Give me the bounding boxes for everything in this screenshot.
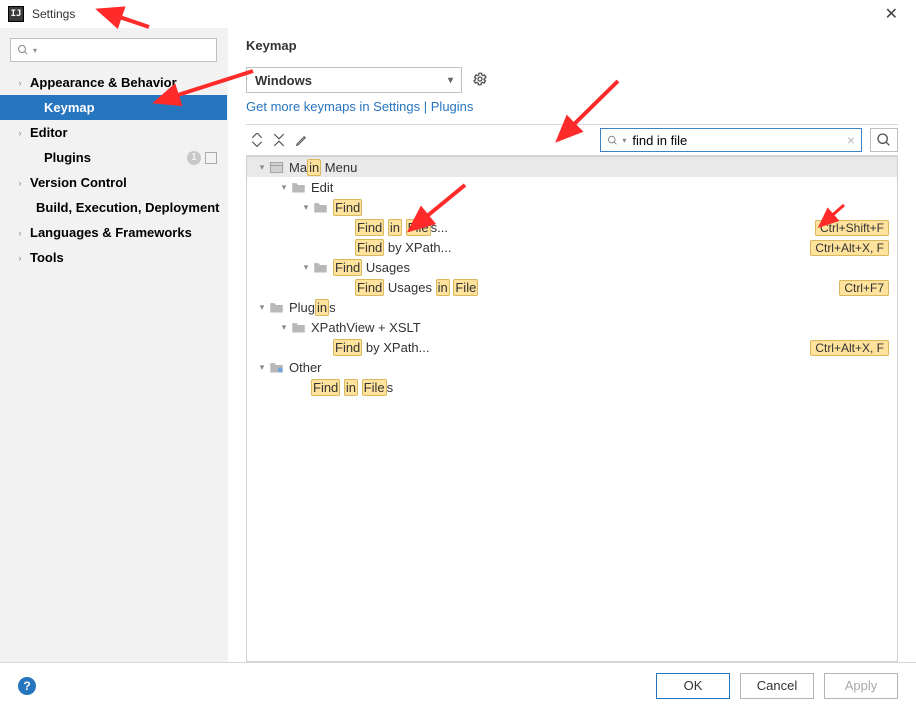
sidebar-item-label: Plugins xyxy=(44,150,91,165)
actions-tree[interactable]: ▾Main Menu▾Edit▾FindFind in Files...Ctrl… xyxy=(246,156,898,662)
folder-icon xyxy=(291,320,307,334)
sidebar-item-label: Languages & Frameworks xyxy=(30,225,192,240)
tree-row[interactable]: ▾ Main Menu xyxy=(247,157,897,177)
tree-label: Find in Files... xyxy=(355,220,815,235)
tree-arrow-icon xyxy=(299,340,313,354)
actions-search-input[interactable] xyxy=(630,132,846,149)
sidebar-item-label: Keymap xyxy=(44,100,95,115)
tree-arrow-icon[interactable]: ▾ xyxy=(255,160,269,174)
keymap-scheme-value: Windows xyxy=(255,73,312,88)
tree-arrow-icon xyxy=(277,380,291,394)
tree-row[interactable]: Find in Files xyxy=(247,377,897,397)
tree-label: Edit xyxy=(311,180,889,195)
close-icon[interactable]: ✕ xyxy=(875,2,908,26)
tree-row[interactable]: Find by XPath...Ctrl+Alt+X, F xyxy=(247,237,897,257)
plugins-link[interactable]: Plugins xyxy=(431,99,474,114)
sidebar-item-languages-frameworks[interactable]: › Languages & Frameworks xyxy=(0,220,227,245)
sidebar-item-editor[interactable]: › Editor xyxy=(0,120,227,145)
sidebar-search-input[interactable] xyxy=(41,42,210,58)
tree-row[interactable]: Find by XPath...Ctrl+Alt+X, F xyxy=(247,337,897,357)
ok-button[interactable]: OK xyxy=(656,673,730,699)
window-title: Settings xyxy=(32,7,75,21)
shortcut-badge: Ctrl+Shift+F xyxy=(815,220,889,236)
chevron-right-icon: › xyxy=(16,178,24,188)
chevron-right-icon: › xyxy=(16,128,24,138)
tree-label: Find xyxy=(333,200,889,215)
tree-row[interactable]: ▾ Find xyxy=(247,197,897,217)
get-keymaps-link[interactable]: Get more keymaps in Settings xyxy=(246,99,420,114)
page-title: Keymap xyxy=(246,38,898,53)
sidebar-item-label: Build, Execution, Deployment xyxy=(36,200,219,215)
chevron-down-icon: ▾ xyxy=(448,75,453,86)
help-button[interactable]: ? xyxy=(18,677,36,695)
folder-icon xyxy=(269,360,285,374)
shortcut-badge: Ctrl+F7 xyxy=(839,280,889,296)
clear-search-icon[interactable]: × xyxy=(847,132,855,148)
tree-label: Main Menu xyxy=(289,160,889,175)
edit-button[interactable] xyxy=(290,134,312,147)
tree-row[interactable]: ▾ Find Usages xyxy=(247,257,897,277)
sidebar-item-label: Appearance & Behavior xyxy=(30,75,177,90)
tree-arrow-icon[interactable]: ▾ xyxy=(277,180,291,194)
folder-icon xyxy=(269,160,285,174)
sidebar-item-keymap[interactable]: Keymap xyxy=(0,95,227,120)
update-badge: 1 xyxy=(187,151,217,165)
tree-label: Find Usages xyxy=(333,260,889,275)
tree-arrow-icon[interactable]: ▾ xyxy=(277,320,291,334)
tree-label: Find in Files xyxy=(311,380,889,395)
tree-arrow-icon[interactable]: ▾ xyxy=(255,360,269,374)
sidebar-item-plugins[interactable]: Plugins 1 xyxy=(0,145,227,170)
tree-label: Find by XPath... xyxy=(355,240,810,255)
sidebar-item-label: Editor xyxy=(30,125,68,140)
tree-arrow-icon[interactable]: ▾ xyxy=(255,300,269,314)
tree-arrow-icon[interactable]: ▾ xyxy=(299,260,313,274)
gear-icon[interactable] xyxy=(472,71,488,90)
folder-icon xyxy=(269,300,285,314)
expand-all-button[interactable] xyxy=(246,133,268,147)
collapse-all-button[interactable] xyxy=(268,133,290,147)
tree-row[interactable]: ▾ Plugins xyxy=(247,297,897,317)
tree-row[interactable]: ▾ Edit xyxy=(247,177,897,197)
tree-label: Plugins xyxy=(289,300,889,315)
tree-label: Find by XPath... xyxy=(333,340,810,355)
search-icon xyxy=(607,134,618,147)
tree-row[interactable]: Find Usages in FileCtrl+F7 xyxy=(247,277,897,297)
app-icon: IJ xyxy=(8,6,24,22)
shortcut-badge: Ctrl+Alt+X, F xyxy=(810,340,889,356)
keymap-scheme-select[interactable]: Windows ▾ xyxy=(246,67,462,93)
sidebar-item-label: Tools xyxy=(30,250,64,265)
chevron-right-icon: › xyxy=(16,228,24,238)
folder-icon xyxy=(291,180,307,194)
tree-arrow-icon[interactable]: ▾ xyxy=(299,200,313,214)
apply-button: Apply xyxy=(824,673,898,699)
get-more-keymaps-link: Get more keymaps in Settings | Plugins xyxy=(246,99,898,114)
tree-arrow-icon xyxy=(321,220,335,234)
dropdown-chevron-icon: ▾ xyxy=(33,46,37,55)
chevron-right-icon: › xyxy=(16,78,24,88)
actions-search[interactable]: ▾ × xyxy=(600,128,862,152)
sidebar-search[interactable]: ▾ xyxy=(10,38,217,62)
tree-arrow-icon xyxy=(321,280,335,294)
find-by-shortcut-button[interactable] xyxy=(870,128,898,152)
sidebar-item-label: Version Control xyxy=(30,175,127,190)
folder-icon xyxy=(313,260,329,274)
cancel-button[interactable]: Cancel xyxy=(740,673,814,699)
dropdown-chevron-icon: ▾ xyxy=(622,136,626,145)
tree-label: Find Usages in File xyxy=(355,280,839,295)
tree-row[interactable]: ▾ Other xyxy=(247,357,897,377)
settings-sidebar: ▾ › Appearance & Behavior Keymap › Editor Plu… xyxy=(0,28,228,662)
sidebar-item-appearance-behavior[interactable]: › Appearance & Behavior xyxy=(0,70,227,95)
tree-arrow-icon xyxy=(321,240,335,254)
sidebar-item-version-control[interactable]: › Version Control xyxy=(0,170,227,195)
sidebar-item-build-execution-deployment[interactable]: Build, Execution, Deployment xyxy=(0,195,227,220)
sidebar-item-tools[interactable]: › Tools xyxy=(0,245,227,270)
tree-label: Other xyxy=(289,360,889,375)
search-icon xyxy=(17,44,29,56)
chevron-right-icon: › xyxy=(16,253,24,263)
tree-label: XPathView + XSLT xyxy=(311,320,889,335)
shortcut-badge: Ctrl+Alt+X, F xyxy=(810,240,889,256)
tree-row[interactable]: Find in Files...Ctrl+Shift+F xyxy=(247,217,897,237)
folder-icon xyxy=(313,200,329,214)
tree-row[interactable]: ▾ XPathView + XSLT xyxy=(247,317,897,337)
